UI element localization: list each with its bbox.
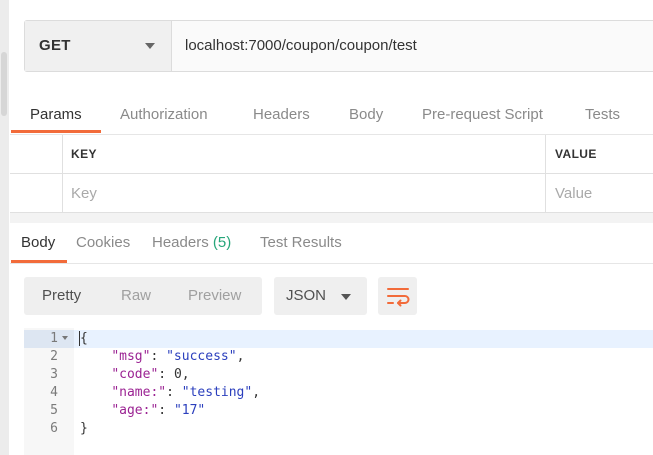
json-key: "name:": [111, 385, 167, 400]
tab-params[interactable]: Params: [30, 106, 82, 123]
code-line: 4 "name:": "testing",: [24, 384, 653, 402]
param-value-input[interactable]: Value: [546, 174, 653, 212]
preview-button[interactable]: Preview: [188, 287, 241, 304]
line-number: 4: [50, 385, 58, 400]
json-key: "age:": [111, 403, 159, 418]
key-header-label: KEY: [71, 147, 97, 161]
tab-response-body[interactable]: Body: [21, 234, 55, 251]
key-placeholder: Key: [71, 185, 97, 202]
format-select[interactable]: JSON: [274, 277, 367, 315]
json-value: "success": [166, 349, 237, 364]
code-line: 5 "age:": "17": [24, 402, 653, 420]
value-header-label: VALUE: [555, 147, 597, 161]
wrap-lines-icon: [387, 288, 410, 307]
params-row-check-cell[interactable]: [10, 174, 63, 212]
chevron-down-icon: [145, 43, 155, 49]
fold-toggle-icon[interactable]: [62, 336, 68, 340]
pretty-button[interactable]: Pretty: [42, 287, 81, 304]
method-select[interactable]: GET: [25, 21, 172, 71]
tab-response-headers[interactable]: Headers (5): [152, 234, 231, 251]
divider: [10, 263, 653, 264]
code-line: 1 {: [24, 330, 653, 348]
value-placeholder: Value: [555, 185, 593, 202]
json-value: 0: [173, 367, 182, 382]
line-number: 3: [50, 367, 58, 382]
json-value: "17": [173, 403, 206, 418]
params-header-row: KEY VALUE: [10, 135, 653, 174]
json-value: "testing": [181, 385, 253, 400]
line-number: 6: [50, 421, 58, 436]
params-input-row: Key Value: [10, 174, 653, 213]
code-line: 6 }: [24, 420, 653, 438]
headers-count-badge: (5): [212, 234, 232, 251]
tab-response-cookies[interactable]: Cookies: [76, 234, 130, 251]
tab-authorization[interactable]: Authorization: [120, 106, 208, 123]
raw-button[interactable]: Raw: [121, 287, 151, 304]
params-header-check-cell: [10, 135, 63, 173]
close-brace: }: [80, 421, 88, 436]
tab-headers[interactable]: Headers: [253, 106, 310, 123]
sidebar-edge: [0, 0, 9, 455]
scrollbar-thumb[interactable]: [1, 52, 7, 116]
active-tab-indicator: [11, 130, 101, 133]
wrap-lines-button[interactable]: [378, 277, 417, 315]
code-line: 2 "msg": "success",: [24, 348, 653, 366]
view-mode-group: Pretty Raw Preview: [24, 277, 262, 315]
param-key-input[interactable]: Key: [62, 174, 546, 212]
key-column-header: KEY: [62, 135, 546, 173]
request-bar: GET localhost:7000/coupon/coupon/test: [24, 20, 653, 72]
url-input[interactable]: localhost:7000/coupon/coupon/test: [185, 37, 417, 54]
text-cursor: [79, 331, 80, 346]
code-line: 3 "code": 0,: [24, 366, 653, 384]
params-table: KEY VALUE Key Value: [10, 135, 653, 213]
line-number: 2: [50, 349, 58, 364]
method-label: GET: [39, 37, 71, 54]
tab-body[interactable]: Body: [349, 106, 383, 123]
tab-tests[interactable]: Tests: [585, 106, 620, 123]
json-key: "msg": [111, 349, 151, 364]
response-body-editor[interactable]: 1 { 2 "msg": "success", 3 "code": 0, 4 "…: [24, 328, 653, 455]
tab-test-results[interactable]: Test Results: [260, 234, 342, 251]
open-brace: {: [80, 331, 88, 346]
chevron-down-icon: [341, 294, 351, 300]
format-label: JSON: [286, 287, 327, 304]
section-divider: [10, 213, 653, 223]
value-column-header: VALUE: [546, 135, 653, 173]
line-number: 5: [50, 403, 58, 418]
json-key: "code": [111, 367, 159, 382]
response-headers-label: Headers: [152, 234, 209, 251]
line-number: 1: [50, 331, 58, 346]
tab-pre-request-script[interactable]: Pre-request Script: [422, 106, 543, 123]
